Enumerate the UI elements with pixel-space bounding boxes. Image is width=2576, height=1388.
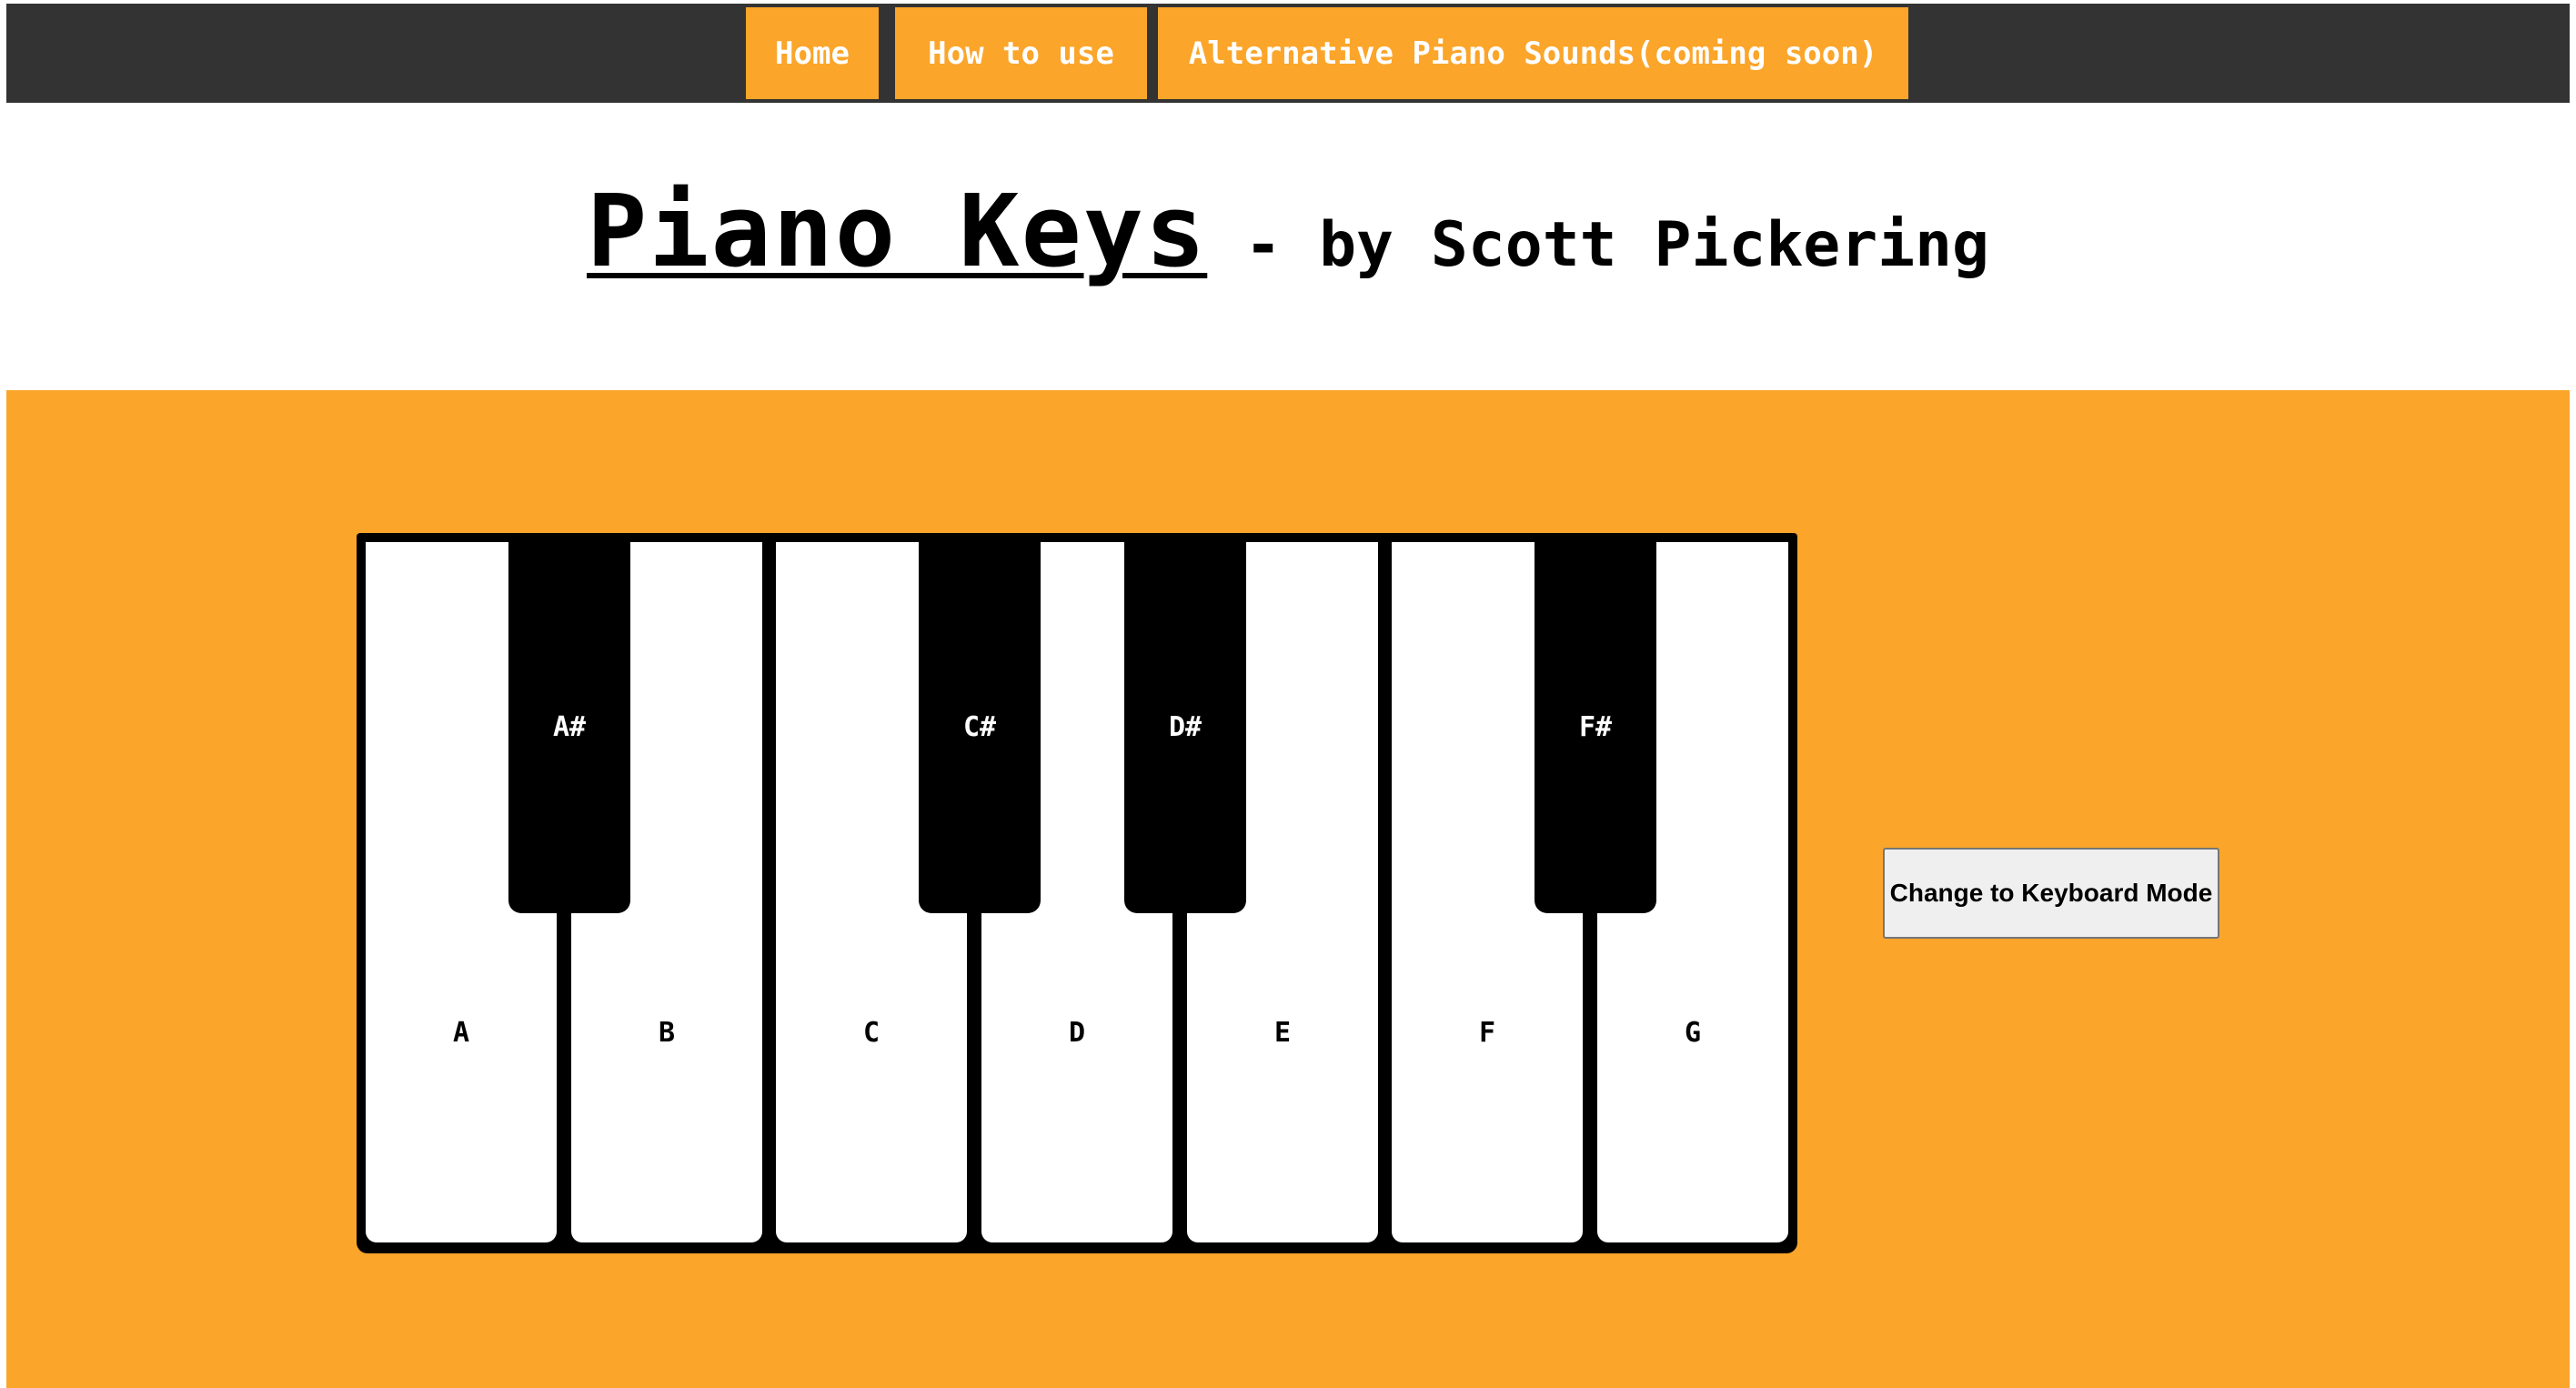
black-key-d-sharp[interactable]: D#	[1124, 533, 1246, 913]
change-to-keyboard-mode-button[interactable]: Change to Keyboard Mode	[1883, 848, 2219, 939]
key-label: C	[862, 1017, 880, 1049]
black-key-f-sharp[interactable]: F#	[1535, 533, 1656, 913]
page-title: Piano Keys	[587, 173, 1208, 289]
key-label: D	[1068, 1017, 1086, 1049]
key-label: F	[1478, 1017, 1496, 1049]
key-label: C#	[962, 711, 997, 743]
page-header: Piano Keys - by Scott Pickering	[0, 173, 2576, 337]
key-label: B	[658, 1017, 676, 1049]
piano-keyboard: A B C D E F G A# C# D# F#	[357, 533, 1797, 1253]
top-navigation-bar: Home How to use Alternative Piano Sounds…	[6, 4, 2570, 103]
nav-link-how-to-use[interactable]: How to use	[895, 7, 1147, 99]
key-label: A	[452, 1017, 470, 1049]
page-subtitle: - by Scott Pickering	[1207, 209, 1989, 281]
key-label: D#	[1168, 711, 1202, 743]
black-key-a-sharp[interactable]: A#	[508, 533, 630, 913]
nav-link-home[interactable]: Home	[746, 7, 879, 99]
black-key-c-sharp[interactable]: C#	[919, 533, 1041, 913]
key-label: G	[1684, 1017, 1702, 1049]
key-label: E	[1273, 1017, 1292, 1049]
key-label: F#	[1578, 711, 1613, 743]
piano-stage: A B C D E F G A# C# D# F# Change to Keyb…	[6, 390, 2570, 1388]
nav-link-alternative-piano-sounds[interactable]: Alternative Piano Sounds(coming soon)	[1158, 7, 1908, 99]
key-label: A#	[552, 711, 587, 743]
